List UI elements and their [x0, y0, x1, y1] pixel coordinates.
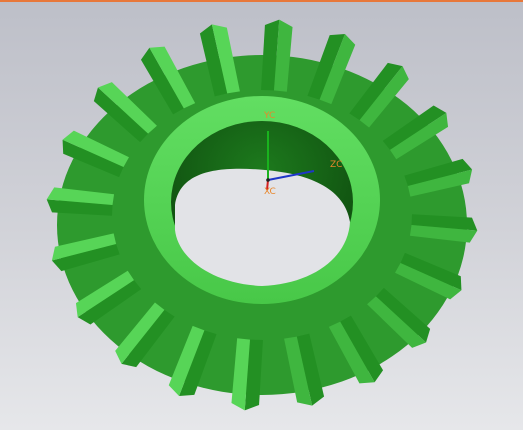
csys-origin: [266, 178, 270, 182]
csys-z-label: ZC: [330, 160, 343, 170]
csys-x-label: XC: [264, 187, 276, 197]
csys-y-label: YC: [264, 111, 276, 121]
graphics-viewport[interactable]: YC ZC XC: [0, 0, 523, 430]
gear-model-view[interactable]: [0, 0, 523, 430]
